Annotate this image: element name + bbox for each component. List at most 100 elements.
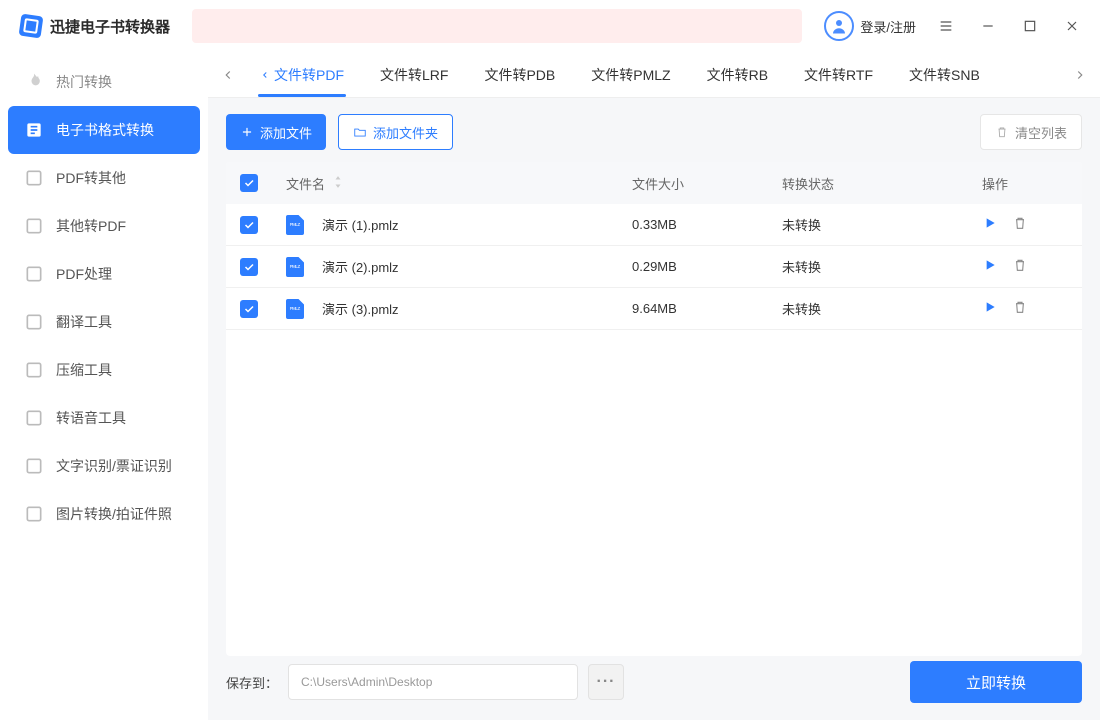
file-size: 0.33MB xyxy=(632,217,782,232)
sidebar-item-to-pdf[interactable]: 其他转PDF xyxy=(0,202,208,250)
column-header-name[interactable]: 文件名 xyxy=(286,174,325,193)
sort-icon[interactable] xyxy=(333,176,343,191)
trash-icon xyxy=(995,125,1009,139)
tab-label: 文件转PMLZ xyxy=(591,65,670,85)
tab-to-rtf[interactable]: 文件转RTF xyxy=(786,52,891,97)
tab-to-pdb[interactable]: 文件转PDB xyxy=(466,52,573,97)
sidebar-item-compress[interactable]: 压缩工具 xyxy=(0,346,208,394)
convert-row-button[interactable] xyxy=(982,215,998,234)
file-status: 未转换 xyxy=(782,299,982,318)
tab-label: 文件转SNB xyxy=(909,65,980,85)
button-label: 清空列表 xyxy=(1015,123,1067,142)
menu-icon[interactable] xyxy=(928,8,964,44)
compress-icon xyxy=(24,360,44,380)
button-label: 添加文件夹 xyxy=(373,123,438,142)
tab-to-pmlz[interactable]: 文件转PMLZ xyxy=(573,52,688,97)
tabs-scroll-right[interactable] xyxy=(1066,61,1094,89)
tab-label: 文件转RTF xyxy=(804,65,873,85)
save-path-input[interactable]: C:\Users\Admin\Desktop xyxy=(288,664,578,700)
row-checkbox[interactable] xyxy=(240,258,258,276)
sidebar-item-label: PDF处理 xyxy=(56,264,112,284)
file-status: 未转换 xyxy=(782,215,982,234)
column-header-status: 转换状态 xyxy=(782,174,982,193)
table-row: PMLZ 演示 (1).pmlz 0.33MB 未转换 xyxy=(226,204,1082,246)
app-title: 迅捷电子书转换器 xyxy=(50,16,170,37)
add-folder-button[interactable]: 添加文件夹 xyxy=(338,114,453,150)
save-to-label: 保存到： xyxy=(226,673,278,692)
table-row: PMLZ 演示 (3).pmlz 9.64MB 未转换 xyxy=(226,288,1082,330)
convert-row-button[interactable] xyxy=(982,257,998,276)
sidebar-item-ocr[interactable]: 文字识别/票证识别 xyxy=(0,442,208,490)
sidebar-item-tts[interactable]: 转语音工具 xyxy=(0,394,208,442)
sidebar-item-translate[interactable]: 翻译工具 xyxy=(0,298,208,346)
banner-area xyxy=(192,9,802,43)
browse-path-button[interactable]: ··· xyxy=(588,664,624,700)
fire-icon xyxy=(24,72,44,92)
pdf-in-icon xyxy=(24,216,44,236)
row-checkbox[interactable] xyxy=(240,216,258,234)
file-table: 文件名 文件大小 转换状态 操作 PMLZ演示 (1).pmlz 0.33MB … xyxy=(226,162,1082,656)
tab-label: 文件转RB xyxy=(707,65,768,85)
tab-label: 文件转PDF xyxy=(274,65,344,85)
sidebar-item-label: 电子书格式转换 xyxy=(56,120,154,140)
tab-label: 文件转PDB xyxy=(484,65,555,85)
sidebar-item-label: 文字识别/票证识别 xyxy=(56,456,172,476)
close-icon[interactable] xyxy=(1054,8,1090,44)
minimize-icon[interactable] xyxy=(970,8,1006,44)
delete-row-button[interactable] xyxy=(1012,215,1028,234)
pdf-tools-icon xyxy=(24,264,44,284)
table-row: PMLZ 演示 (2).pmlz 0.29MB 未转换 xyxy=(226,246,1082,288)
file-status: 未转换 xyxy=(782,257,982,276)
file-name: 演示 (2).pmlz xyxy=(322,257,399,276)
file-size: 0.29MB xyxy=(632,259,782,274)
delete-row-button[interactable] xyxy=(1012,299,1028,318)
audio-icon xyxy=(24,408,44,428)
file-name: 演示 (3).pmlz xyxy=(322,299,399,318)
convert-all-button[interactable]: 立即转换 xyxy=(910,661,1082,703)
sidebar-item-hot[interactable]: 热门转换 xyxy=(0,58,208,106)
pdf-out-icon xyxy=(24,168,44,188)
ebook-icon xyxy=(24,120,44,140)
format-tabs: 文件转PDF 文件转LRF 文件转PDB 文件转PMLZ 文件转RB 文件转RT… xyxy=(208,52,1100,98)
tab-to-pdf[interactable]: 文件转PDF xyxy=(242,52,362,97)
tabs-scroll-left[interactable] xyxy=(214,61,242,89)
sidebar-item-label: 翻译工具 xyxy=(56,312,112,332)
sidebar-item-ebook-convert[interactable]: 电子书格式转换 xyxy=(8,106,200,154)
avatar-icon[interactable] xyxy=(824,11,854,41)
maximize-icon[interactable] xyxy=(1012,8,1048,44)
sidebar-item-pdf-process[interactable]: PDF处理 xyxy=(0,250,208,298)
sidebar-item-label: 转语音工具 xyxy=(56,408,126,428)
tab-to-snb[interactable]: 文件转SNB xyxy=(891,52,998,97)
plus-icon xyxy=(240,125,254,139)
sidebar-item-pdf-to[interactable]: PDF转其他 xyxy=(0,154,208,202)
convert-row-button[interactable] xyxy=(982,299,998,318)
sidebar-item-label: 压缩工具 xyxy=(56,360,112,380)
sidebar: 热门转换 电子书格式转换 PDF转其他 其他转PDF PDF处理 翻译工具 压缩… xyxy=(0,52,208,720)
delete-row-button[interactable] xyxy=(1012,257,1028,276)
add-file-button[interactable]: 添加文件 xyxy=(226,114,326,150)
ocr-icon xyxy=(24,456,44,476)
sidebar-item-label: 图片转换/拍证件照 xyxy=(56,504,172,524)
file-icon: PMLZ xyxy=(286,257,304,277)
column-header-size: 文件大小 xyxy=(632,174,782,193)
sidebar-item-label: 热门转换 xyxy=(56,72,112,92)
folder-plus-icon xyxy=(353,125,367,139)
translate-icon xyxy=(24,312,44,332)
app-logo xyxy=(19,14,44,39)
tab-to-rb[interactable]: 文件转RB xyxy=(689,52,786,97)
tab-to-lrf[interactable]: 文件转LRF xyxy=(362,52,466,97)
sidebar-item-label: PDF转其他 xyxy=(56,168,126,188)
image-icon xyxy=(24,504,44,524)
file-name: 演示 (1).pmlz xyxy=(322,215,399,234)
sidebar-item-image-convert[interactable]: 图片转换/拍证件照 xyxy=(0,490,208,538)
file-icon: PMLZ xyxy=(286,215,304,235)
select-all-checkbox[interactable] xyxy=(240,174,258,192)
login-link[interactable]: 登录/注册 xyxy=(860,17,916,36)
chevron-left-icon xyxy=(260,67,270,83)
row-checkbox[interactable] xyxy=(240,300,258,318)
file-icon: PMLZ xyxy=(286,299,304,319)
sidebar-item-label: 其他转PDF xyxy=(56,216,126,236)
button-label: 添加文件 xyxy=(260,123,312,142)
clear-list-button[interactable]: 清空列表 xyxy=(980,114,1082,150)
file-size: 9.64MB xyxy=(632,301,782,316)
